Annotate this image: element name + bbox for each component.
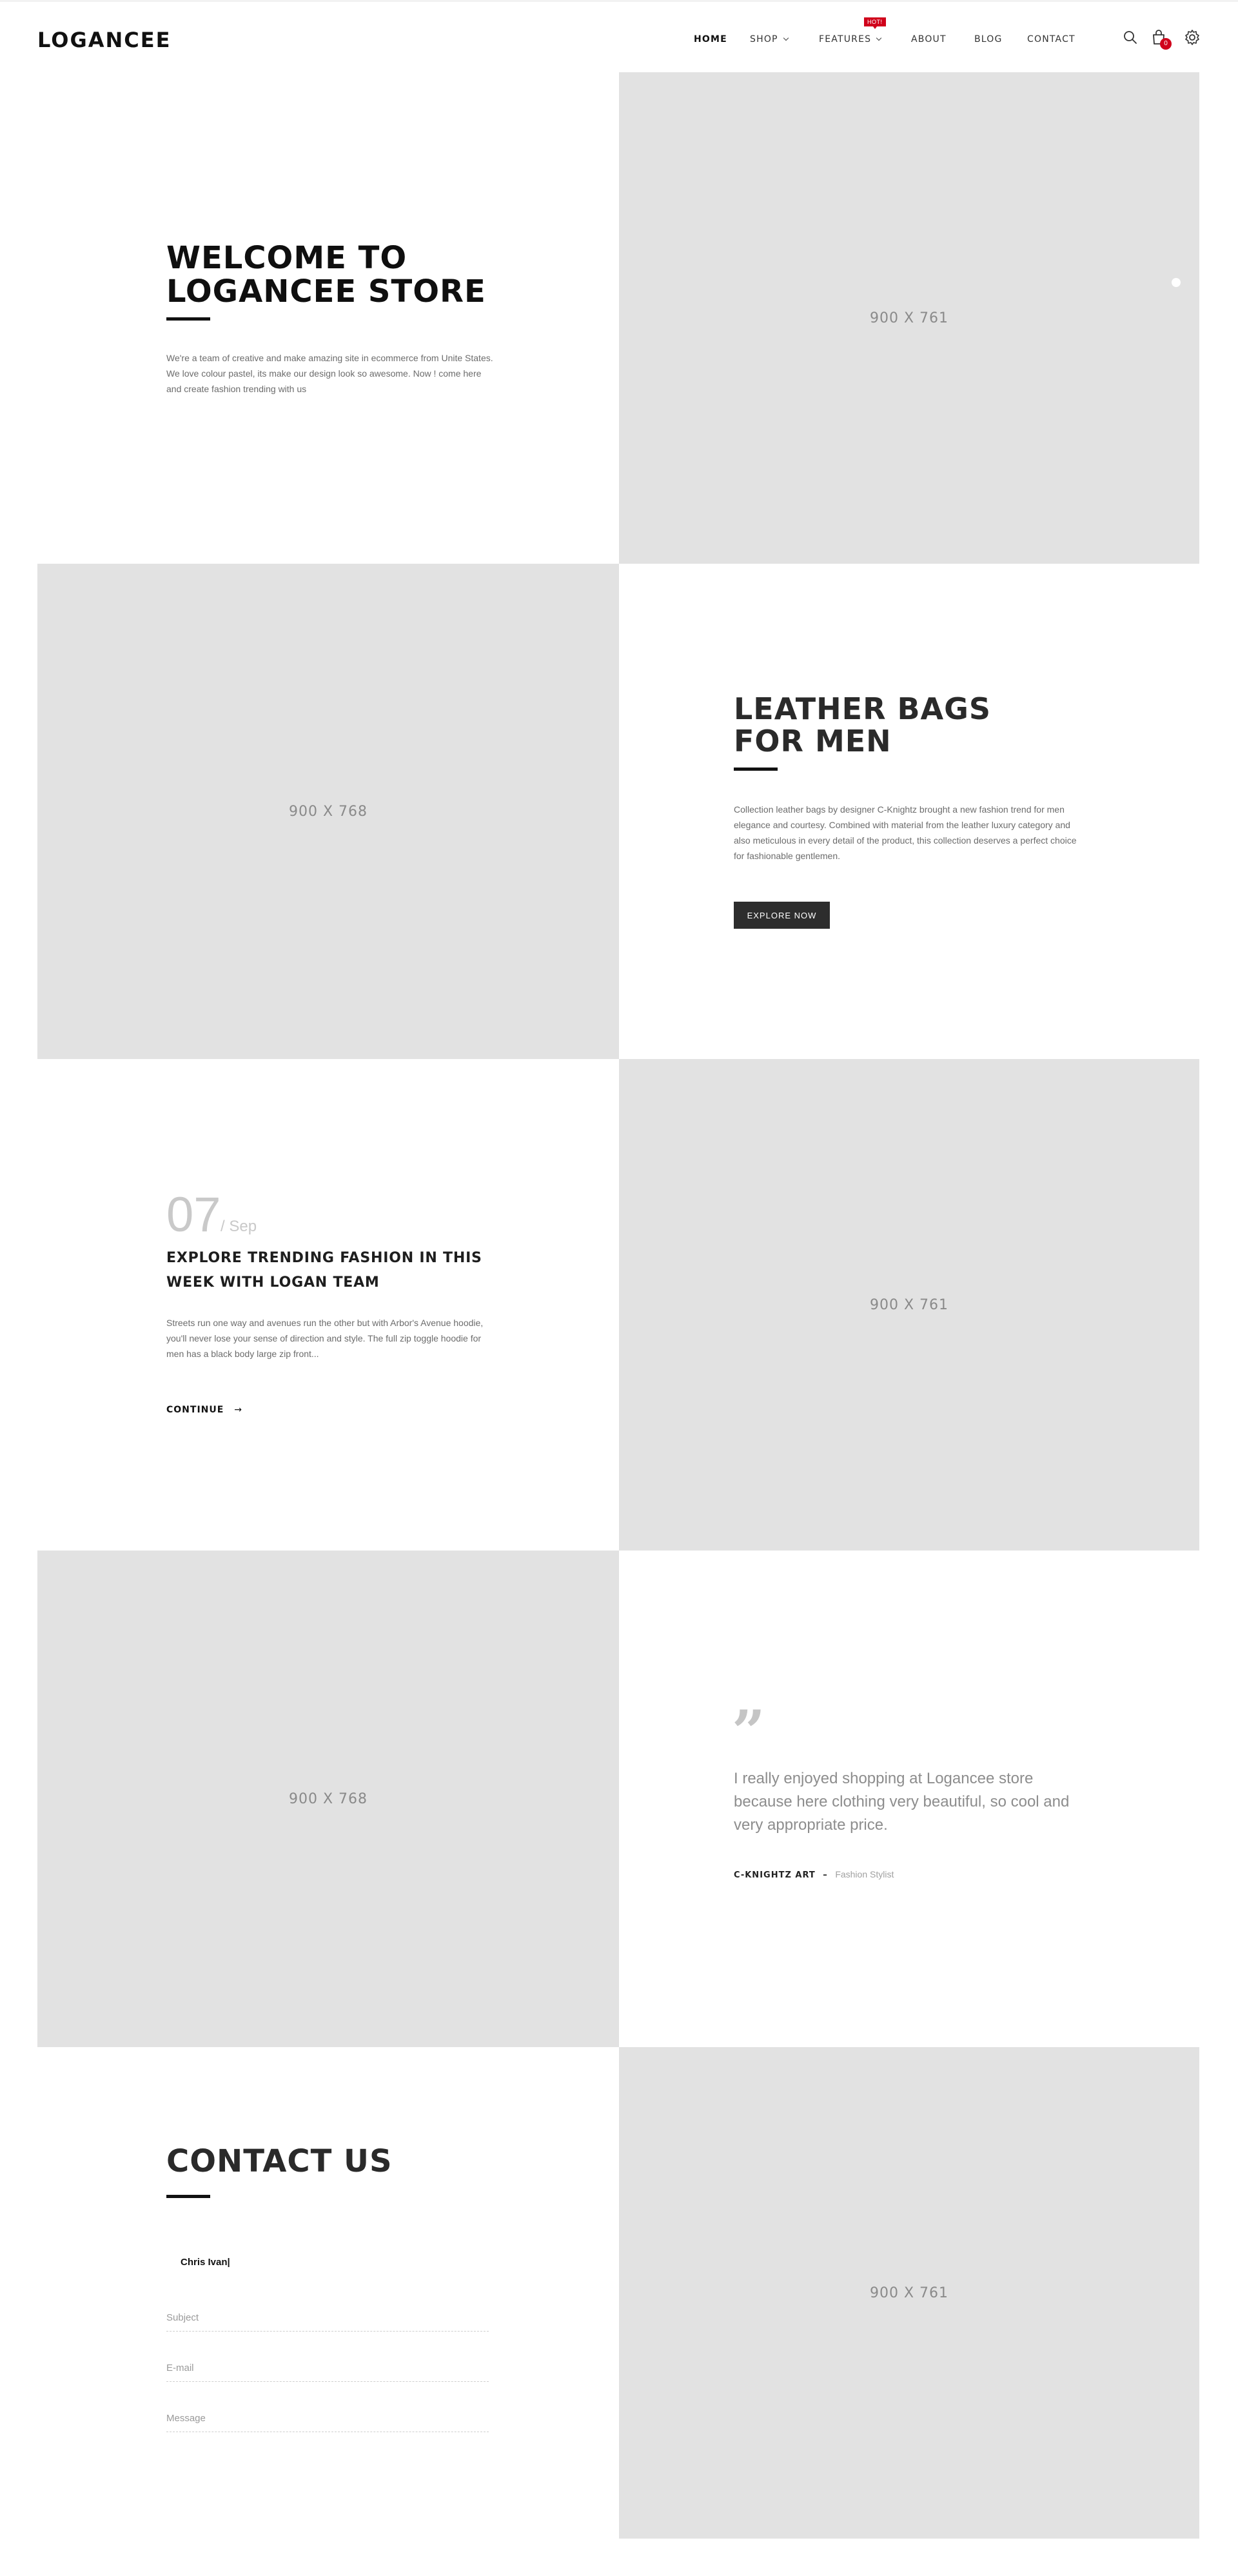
subject-input[interactable] <box>166 2299 489 2331</box>
nav-contact[interactable]: CONTACT <box>1027 34 1076 45</box>
nav-blog[interactable]: BLOG <box>974 34 1003 45</box>
image-size-label: 900 X 768 <box>288 803 368 820</box>
hot-badge: HOT! <box>864 17 886 29</box>
testimonial-quote: I really enjoyed shopping at Logancee st… <box>734 1770 1070 1834</box>
hero-title-line1: WELCOME TO <box>166 240 408 276</box>
quote-icon: ” <box>732 1698 765 1766</box>
image-size-label: 900 X 761 <box>869 2284 949 2301</box>
author-separator: – <box>823 1870 828 1880</box>
title-underline <box>166 317 210 321</box>
cart-count-badge: 0 <box>1160 38 1172 50</box>
author-name: C-KNIGHTZ ART <box>734 1870 816 1880</box>
post-excerpt: Streets run one way and avenues run the … <box>166 1318 484 1359</box>
post-day: 07 <box>166 1187 221 1242</box>
name-input[interactable] <box>166 2249 489 2275</box>
chevron-down-icon <box>876 35 882 41</box>
leather-title: LEATHER BAGS FOR MEN <box>734 693 991 757</box>
hero-description: We're a team of creative and make amazin… <box>166 353 493 394</box>
leather-title-line1: LEATHER BAGS <box>734 691 992 726</box>
hero-title-line2: LOGANCEE STORE <box>166 273 486 310</box>
hero-image-placeholder: 900 X 761 <box>619 72 1199 564</box>
post-month: / Sep <box>221 1218 257 1235</box>
message-field[interactable] <box>166 2400 489 2432</box>
nav-features-label: FEATURES <box>819 34 872 45</box>
message-input[interactable] <box>166 2400 489 2432</box>
leather-image-placeholder: 900 X 768 <box>37 564 619 1059</box>
nav-shop-label: SHOP <box>750 34 778 45</box>
post-image-placeholder: 900 X 761 <box>619 1059 1199 1551</box>
nav-about[interactable]: ABOUT <box>911 34 947 45</box>
continue-link[interactable]: CONTINUE → <box>166 1405 242 1415</box>
title-underline <box>166 2195 210 2198</box>
nav-home[interactable]: HOME <box>694 34 727 45</box>
post-title[interactable]: EXPLORE TRENDING FASHION IN THIS WEEK WI… <box>166 1246 502 1295</box>
email-input[interactable] <box>166 2350 489 2381</box>
name-field[interactable] <box>166 2249 489 2275</box>
chevron-down-icon <box>783 35 789 41</box>
settings-icon[interactable] <box>1184 29 1201 46</box>
site-logo[interactable]: LOGANCEE <box>37 28 171 52</box>
testimonial-image-placeholder: 900 X 768 <box>37 1551 619 2047</box>
image-size-label: 900 X 768 <box>288 1790 368 1807</box>
hero-title: WELCOME TO LOGANCEE STORE <box>166 241 486 308</box>
slider-dot[interactable] <box>1172 278 1181 287</box>
subject-field[interactable] <box>166 2299 489 2332</box>
email-field[interactable] <box>166 2350 489 2382</box>
contact-title: CONTACT US <box>166 2143 393 2179</box>
title-underline <box>734 768 778 771</box>
explore-now-button[interactable]: EXPLORE NOW <box>734 902 830 929</box>
leather-title-line2: FOR MEN <box>734 724 892 758</box>
testimonial-author: C-KNIGHTZ ART – Fashion Stylist <box>734 1869 894 1880</box>
nav-shop[interactable]: SHOP <box>750 34 789 45</box>
search-icon[interactable] <box>1122 29 1139 46</box>
nav-features[interactable]: FEATURES <box>819 34 882 45</box>
author-role: Fashion Stylist <box>835 1869 894 1879</box>
image-size-label: 900 X 761 <box>869 1296 949 1313</box>
contact-image-placeholder: 900 X 761 <box>619 2047 1199 2539</box>
site-header: LOGANCEE HOME SHOP FEATURES ABOUT BLOG C… <box>0 0 1238 72</box>
image-size-label: 900 X 761 <box>869 310 949 326</box>
arrow-right-icon: → <box>234 1405 242 1415</box>
leather-description: Collection leather bags by designer C-Kn… <box>734 804 1077 861</box>
continue-label: CONTINUE <box>166 1405 224 1415</box>
